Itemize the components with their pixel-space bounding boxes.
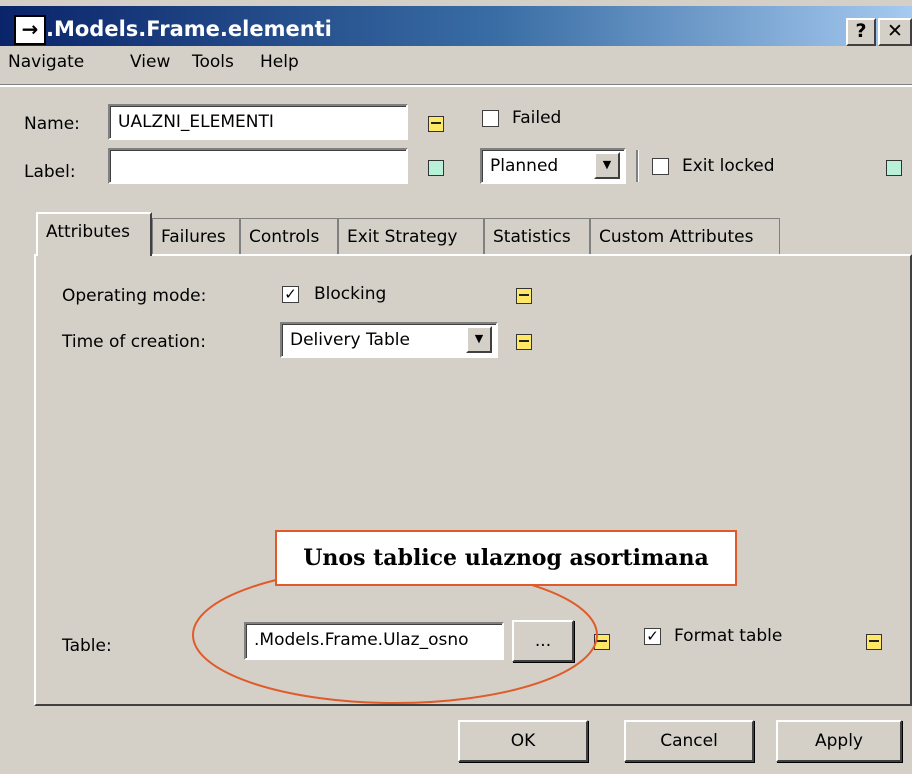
annotation-ellipse <box>192 566 598 704</box>
annotation-callout: Unos tablice ulaznog asortimana <box>275 530 737 586</box>
